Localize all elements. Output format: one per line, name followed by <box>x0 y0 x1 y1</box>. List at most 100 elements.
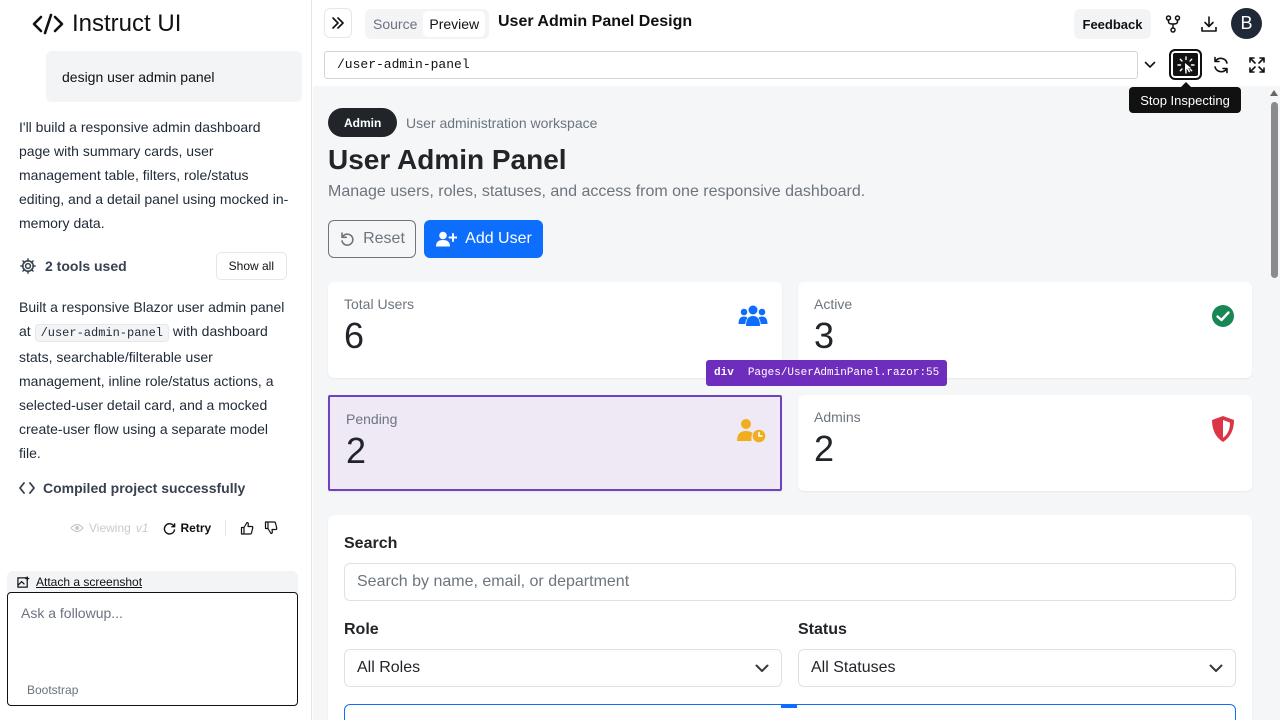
download-button[interactable] <box>1196 10 1222 38</box>
summary-after: with dashboard stats, searchable/filtera… <box>19 323 274 461</box>
role-select[interactable]: All Roles <box>344 649 782 687</box>
chevron-down-icon <box>1209 664 1223 672</box>
stat-value: 6 <box>344 315 365 356</box>
refresh-icon <box>163 522 175 535</box>
preview-frame: Admin User administration workspace User… <box>313 86 1280 720</box>
search-input[interactable]: Search by name, email, or department <box>344 563 1236 601</box>
attach-screenshot[interactable]: Attach a screenshot <box>7 571 298 593</box>
url-input[interactable]: /user-admin-panel <box>324 51 1138 79</box>
summary-route-code: /user-admin-panel <box>34 324 169 342</box>
role-badge: Admin <box>328 108 398 137</box>
tools-used-label: 2 tools used <box>45 258 127 274</box>
reset-button[interactable]: Reset <box>328 220 416 258</box>
assistant-intro: I'll build a responsive admin dashboard … <box>19 119 289 231</box>
viewing-label: Viewing <box>89 521 131 535</box>
badge-subtitle: User administration workspace <box>406 115 598 131</box>
app-logo[interactable]: Instruct UI <box>32 10 181 38</box>
users-icon <box>738 302 768 330</box>
stat-value: 2 <box>346 430 367 471</box>
tools-used: 2 tools used <box>19 257 127 275</box>
range-control[interactable] <box>344 704 1236 720</box>
attach-label: Attach a screenshot <box>36 575 143 589</box>
avatar[interactable]: B <box>1231 8 1262 39</box>
chat-panel: Instruct UI design user admin panel I'll… <box>0 0 312 720</box>
feedback-thumbs <box>240 521 278 535</box>
stat-label: Active <box>814 296 853 312</box>
inspect-toggle-button[interactable] <box>1169 49 1202 80</box>
expand-sidebar-button[interactable] <box>324 8 352 38</box>
user-clock-icon <box>736 417 766 445</box>
user-message: design user admin panel <box>46 51 302 102</box>
code-logo-icon <box>32 13 64 35</box>
inspect-cursor-icon <box>1176 55 1195 74</box>
chevron-down-icon <box>1144 61 1156 69</box>
expand-icon <box>1249 57 1265 73</box>
reset-label: Reset <box>363 230 405 247</box>
inspect-tooltip: Stop Inspecting <box>1129 82 1241 113</box>
chevron-down-icon <box>755 664 769 672</box>
framework-label: Bootstrap <box>27 683 79 697</box>
git-branch-icon <box>1165 15 1181 33</box>
panel-heading: User Admin Panel <box>328 144 567 175</box>
eye-icon <box>70 523 84 533</box>
refresh-preview-button[interactable] <box>1208 53 1234 77</box>
gear-icon <box>20 258 36 274</box>
inspector-source: Pages/UserAdminPanel.razor:55 <box>747 367 940 379</box>
preview-scrollbar[interactable] <box>1270 88 1278 718</box>
thumbs-up-icon[interactable] <box>240 521 254 535</box>
show-all-button[interactable]: Show all <box>215 252 287 280</box>
divider <box>225 520 227 536</box>
undo-icon <box>341 232 354 246</box>
scroll-up-arrow[interactable] <box>1270 90 1278 96</box>
viewing-version: v1 <box>135 521 149 535</box>
download-icon <box>1201 16 1217 32</box>
check-circle-icon <box>1208 302 1238 330</box>
stat-value: 3 <box>814 315 835 356</box>
scrollbar-thumb[interactable] <box>1271 102 1278 278</box>
compiled-label: Compiled project successfully <box>43 480 246 496</box>
filters-card: Search Search by name, email, or departm… <box>328 515 1252 720</box>
page-title: User Admin Panel Design <box>498 13 693 30</box>
code-icon <box>19 482 35 494</box>
fullscreen-button[interactable] <box>1244 53 1270 77</box>
compiled-status[interactable]: Compiled project successfully <box>19 480 245 496</box>
branch-button[interactable] <box>1160 10 1186 38</box>
status-select[interactable]: All Statuses <box>798 649 1236 687</box>
followup-input[interactable] <box>8 593 297 673</box>
view-toggle: Source Preview <box>365 9 489 39</box>
url-dropdown-button[interactable] <box>1140 55 1160 75</box>
search-label: Search <box>344 535 398 552</box>
inspector-element-tag: div Pages/UserAdminPanel.razor:55 <box>706 360 948 386</box>
tab-preview[interactable]: Preview <box>423 11 486 37</box>
retry-button[interactable]: Retry <box>163 521 212 535</box>
inspector-element: div <box>714 367 734 379</box>
viewing-indicator: Viewing v1 <box>70 521 149 535</box>
shield-icon <box>1208 415 1238 443</box>
add-user-label: Add User <box>465 230 532 247</box>
tools-row: 2 tools used Show all <box>19 251 287 281</box>
top-bar: Source Preview User Admin Panel Design F… <box>313 0 1280 46</box>
followup-box: Bootstrap <box>7 592 298 706</box>
chevrons-right-icon <box>332 17 344 29</box>
stat-card-pending: Pending 2 <box>328 395 782 491</box>
status-label: Status <box>798 621 847 638</box>
add-user-button[interactable]: Add User <box>424 220 543 258</box>
thumbs-down-icon[interactable] <box>264 521 278 535</box>
stat-label: Admins <box>814 409 861 425</box>
stat-label: Total Users <box>344 296 415 312</box>
retry-label: Retry <box>180 521 212 535</box>
stat-value: 2 <box>814 428 835 469</box>
role-select-value: All Roles <box>357 659 421 676</box>
stat-label: Pending <box>346 411 398 427</box>
logo-text: Instruct UI <box>72 10 182 37</box>
stat-card-admins: Admins 2 <box>798 395 1252 491</box>
feedback-button[interactable]: Feedback <box>1074 9 1151 39</box>
status-select-value: All Statuses <box>811 659 896 676</box>
assistant-summary: Built a responsive Blazor user admin pan… <box>19 295 289 465</box>
role-label: Role <box>344 621 379 638</box>
panel-lead: Manage users, roles, statuses, and acces… <box>328 183 866 200</box>
tab-source[interactable]: Source <box>367 11 423 37</box>
image-add-icon <box>17 575 30 588</box>
refresh-icon <box>1214 56 1228 74</box>
message-actions: Viewing v1 Retry <box>70 520 278 536</box>
